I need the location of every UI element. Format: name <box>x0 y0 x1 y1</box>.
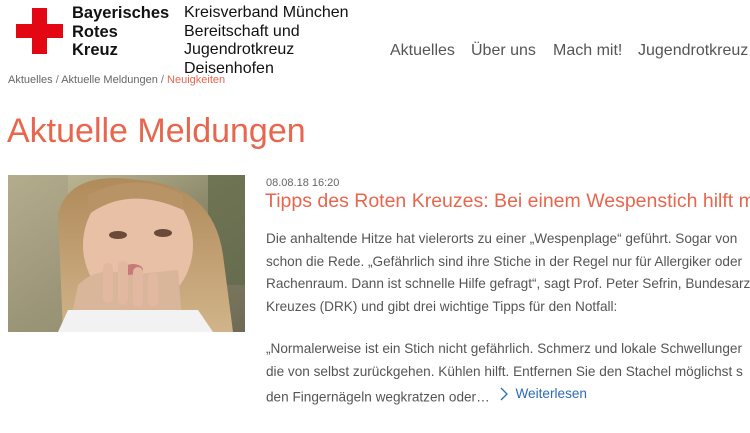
article-thumbnail[interactable] <box>8 175 245 332</box>
breadcrumb-separator: / <box>55 74 59 86</box>
article-title-link[interactable]: Tipps des Roten Kreuzes: Bei einem Wespe… <box>265 190 750 213</box>
nav-item-ueber-uns[interactable]: Über uns <box>471 42 536 60</box>
article-text-line: Rachenraum. Dann ist schnelle Hilfe gefr… <box>266 276 750 291</box>
breadcrumb: Aktuelles / Aktuelle Meldungen / Neuigke… <box>8 74 225 86</box>
article-text-line: die von selbst zurückgehen. Kühlen hilft… <box>266 363 743 379</box>
article-text-line: „Normalerweise ist ein Stich nicht gefäh… <box>266 341 742 356</box>
article-paragraph-2: „Normalerweise ist ein Stich nicht gefäh… <box>266 338 743 409</box>
chevron-right-icon <box>501 387 509 401</box>
nav-item-aktuelles[interactable]: Aktuelles <box>390 42 455 60</box>
breadcrumb-current[interactable]: Neuigkeiten <box>167 74 225 86</box>
article-text-line: Kreuzes (DRK) und gibt drei wichtige Tip… <box>266 298 618 314</box>
org-line-2: Bereitschaft und <box>184 22 300 40</box>
breadcrumb-separator: / <box>160 74 164 86</box>
org-line-1: Kreisverband München <box>184 4 349 21</box>
read-more-link[interactable]: Weiterlesen <box>497 383 587 406</box>
nav-item-jugendrotkreuz[interactable]: Jugendrotkreuz <box>638 42 748 60</box>
brand-line-2: Rotes <box>72 22 118 41</box>
article-text-line: Die anhaltende Hitze hat vielerorts zu e… <box>266 231 738 246</box>
main-navigation: Aktuelles Über uns Mach mit! Jugendrotkr… <box>0 42 750 66</box>
read-more-label: Weiterlesen <box>515 386 587 401</box>
article-date: 08.08.18 16:20 <box>266 177 340 189</box>
nav-item-mach-mit[interactable]: Mach mit! <box>553 42 622 60</box>
article-text-excerpt-end: den Fingernägeln wegkratzen oder… <box>266 389 490 405</box>
breadcrumb-aktuelles[interactable]: Aktuelles <box>8 74 53 86</box>
article-text-line: schon die Rede. „Gefährlich sind ihre St… <box>266 253 743 269</box>
breadcrumb-aktuelle-meldungen[interactable]: Aktuelle Meldungen <box>61 74 158 86</box>
article-paragraph-1: Die anhaltende Hitze hat vielerorts zu e… <box>266 228 750 318</box>
page-title: Aktuelle Meldungen <box>7 112 306 150</box>
brand-line-1: Bayerisches <box>72 4 170 22</box>
organization-name: Kreisverband München Bereitschaft und Ju… <box>184 4 349 78</box>
article-text-line-last: den Fingernägeln wegkratzen oder… Weiter… <box>266 383 743 409</box>
